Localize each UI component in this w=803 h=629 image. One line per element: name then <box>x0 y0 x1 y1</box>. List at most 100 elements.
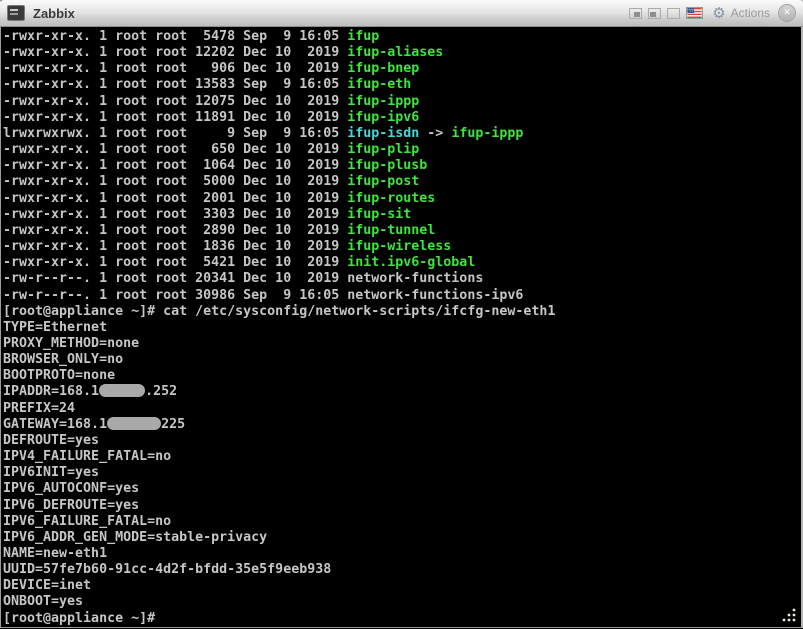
terminal-line: TYPE=Ethernet <box>3 320 801 336</box>
terminal-text: ifup <box>347 29 380 44</box>
terminal-line: -rwxr-xr-x. 1 root root 906 Dec 10 2019 … <box>3 61 801 77</box>
window-title: Zabbix <box>33 5 75 21</box>
terminal-line: [root@appliance ~]# cat /etc/sysconfig/n… <box>3 304 801 320</box>
window-pane-button-1[interactable] <box>629 7 643 19</box>
close-button[interactable]: ✕ <box>778 4 796 22</box>
terminal-line: -rwxr-xr-x. 1 root root 12202 Dec 10 201… <box>3 45 801 61</box>
redacted-text-blob <box>107 416 162 430</box>
terminal-line: PREFIX=24 <box>3 401 801 417</box>
terminal-line: -rwxr-xr-x. 1 root root 1064 Dec 10 2019… <box>3 158 801 174</box>
terminal-text: -rwxr-xr-x. 1 root root 12202 Dec 10 201… <box>3 45 348 61</box>
terminal-text: -rwxr-xr-x. 1 root root 5478 Sep 9 16:05 <box>3 29 348 44</box>
keyboard-layout-button[interactable] <box>686 7 704 19</box>
terminal-text: ifup-plip <box>347 142 420 158</box>
terminal-line: IPV6_AUTOCONF=yes <box>3 481 801 497</box>
terminal-text: ifup-sit <box>347 206 412 222</box>
terminal-line: ONBOOT=yes <box>3 594 801 610</box>
terminal-text: -rwxr-xr-x. 1 root root 12075 Dec 10 201… <box>3 93 348 109</box>
terminal-line: NAME=new-eth1 <box>3 546 801 562</box>
terminal-line: DEVICE=inet <box>3 578 801 594</box>
terminal-line: GATEWAY=168.1 225 <box>3 416 801 433</box>
titlebar-controls: ⚙ Actions ✕ <box>629 4 796 22</box>
terminal-text: IPV6_DEFROUTE=yes <box>3 497 140 513</box>
terminal-line: -rwxr-xr-x. 1 root root 1836 Dec 10 2019… <box>3 239 801 255</box>
terminal-line: -rwxr-xr-x. 1 root root 2890 Dec 10 2019… <box>3 223 801 239</box>
resize-grip-icon[interactable] <box>780 606 798 624</box>
terminal-line: IPV6INIT=yes <box>3 465 801 481</box>
terminal-text: 225 <box>161 416 186 432</box>
terminal-line: [root@appliance ~]# <box>3 611 801 627</box>
terminal-line: IPV6_ADDR_GEN_MODE=stable-privacy <box>3 530 801 546</box>
terminal-text: ifup-tunnel <box>347 222 436 238</box>
terminal-text: NAME=new-eth1 <box>3 546 108 561</box>
window-pane-fill-right-icon <box>634 11 641 17</box>
terminal-text: BROWSER_ONLY=no <box>3 352 124 368</box>
terminal-text: -rwxr-xr-x. 1 root root 5421 Dec 10 2019 <box>3 255 348 271</box>
terminal-line: -rwxr-xr-x. 1 root root 12075 Dec 10 201… <box>3 94 801 110</box>
terminal-text: -rwxr-xr-x. 1 root root 1064 Dec 10 2019 <box>3 158 348 174</box>
terminal-text: -rwxr-xr-x. 1 root root 906 Dec 10 2019 <box>3 61 348 77</box>
terminal-line: UUID=57fe7b60-91cc-4d2f-bfdd-35e5f9eeb93… <box>3 562 801 578</box>
terminal-line: -rw-r--r--. 1 root root 20341 Dec 10 201… <box>3 271 801 287</box>
terminal-line: -rwxr-xr-x. 1 root root 13583 Sep 9 16:0… <box>3 77 801 93</box>
terminal-text: TYPE=Ethernet <box>3 319 108 335</box>
terminal-line: IPV6_FAILURE_FATAL=no <box>3 514 801 530</box>
terminal-text: DEFROUTE=yes <box>3 432 100 448</box>
terminal-text: GATEWAY=168.1 <box>3 416 108 432</box>
terminal-text: IPV6_ADDR_GEN_MODE=stable-privacy <box>3 529 268 545</box>
terminal-text: -rw-r--r--. 1 root root 20341 Dec 10 201… <box>3 271 484 287</box>
terminal-text: ifup-ipv6 <box>347 109 420 125</box>
close-x-icon: ✕ <box>783 8 791 18</box>
console-window: Zabbix ⚙ Actions ✕ -rwxr-xr-x. 1 root ro… <box>0 0 803 628</box>
terminal-line: -rw-r--r--. 1 root root 30986 Sep 9 16:0… <box>3 288 801 304</box>
terminal-text: [root@appliance ~]# <box>3 610 156 626</box>
terminal-text: IPADDR=168.1 <box>3 384 100 400</box>
terminal-line: IPV6_DEFROUTE=yes <box>3 498 801 514</box>
terminal-text: ifup-eth <box>347 77 412 93</box>
terminal-line: -rwxr-xr-x. 1 root root 2001 Dec 10 2019… <box>3 191 801 207</box>
terminal-text: IPV6_FAILURE_FATAL=no <box>3 513 172 529</box>
terminal-text: PREFIX=24 <box>3 400 76 416</box>
terminal-text: IPV4_FAILURE_FATAL=no <box>3 449 172 465</box>
terminal-line: -rwxr-xr-x. 1 root root 5000 Dec 10 2019… <box>3 174 801 190</box>
terminal-line: -rwxr-xr-x. 1 root root 3303 Dec 10 2019… <box>3 207 801 223</box>
terminal-text: -rwxr-xr-x. 1 root root 650 Dec 10 2019 <box>3 142 348 158</box>
window-pane-button-2[interactable] <box>648 7 662 19</box>
terminal-text: IPV6INIT=yes <box>3 465 100 481</box>
terminal-text: ONBOOT=yes <box>3 594 84 610</box>
terminal-text: ifup-plusb <box>347 158 428 174</box>
terminal-text: -rwxr-xr-x. 1 root root 2890 Dec 10 2019 <box>3 222 348 238</box>
actions-label: Actions <box>730 6 770 20</box>
terminal-text: ifup-isdn <box>347 125 420 141</box>
us-flag-icon <box>686 7 704 19</box>
terminal-text: -rwxr-xr-x. 1 root root 11891 Dec 10 201… <box>3 109 348 125</box>
terminal-line: lrwxrwxrwx. 1 root root 9 Sep 9 16:05 if… <box>3 126 801 142</box>
terminal-text: -rwxr-xr-x. 1 root root 3303 Dec 10 2019 <box>3 206 348 222</box>
terminal-text: -rwxr-xr-x. 1 root root 2001 Dec 10 2019 <box>3 190 348 206</box>
terminal-text: [root@appliance ~]# cat /etc/sysconfig/n… <box>3 303 556 319</box>
terminal-screen[interactable]: -rwxr-xr-x. 1 root root 5478 Sep 9 16:05… <box>1 27 801 629</box>
terminal-line: -rwxr-xr-x. 1 root root 5478 Sep 9 16:05… <box>3 29 801 45</box>
terminal-text: -rwxr-xr-x. 1 root root 13583 Sep 9 16:0… <box>3 77 348 93</box>
terminal-text: -rw-r--r--. 1 root root 30986 Sep 9 16:0… <box>3 287 524 303</box>
gear-icon: ⚙ <box>712 3 726 22</box>
terminal-text: ifup-aliases <box>347 45 444 61</box>
terminal-line: -rwxr-xr-x. 1 root root 650 Dec 10 2019 … <box>3 142 801 158</box>
terminal-text: ifup-post <box>347 174 420 190</box>
terminal-line: -rwxr-xr-x. 1 root root 11891 Dec 10 201… <box>3 110 801 126</box>
terminal-line: -rwxr-xr-x. 1 root root 5421 Dec 10 2019… <box>3 255 801 271</box>
window-pane-button-3[interactable] <box>667 7 681 19</box>
terminal-text: DEVICE=inet <box>3 578 92 594</box>
titlebar[interactable]: Zabbix ⚙ Actions ✕ <box>0 0 803 27</box>
window-pane-fill-left-icon <box>650 11 657 17</box>
terminal-line: PROXY_METHOD=none <box>3 336 801 352</box>
terminal-line: DEFROUTE=yes <box>3 433 801 449</box>
actions-menu-button[interactable]: ⚙ Actions <box>709 3 772 22</box>
terminal-text: .252 <box>145 384 178 400</box>
terminal-text: ifup-ippp <box>347 93 420 109</box>
terminal-text: ifup-routes <box>347 190 436 206</box>
terminal-text: -> <box>419 125 452 141</box>
terminal-text: -rwxr-xr-x. 1 root root 5000 Dec 10 2019 <box>3 174 348 190</box>
terminal-text: ifup-wireless <box>347 239 452 255</box>
terminal-text: UUID=57fe7b60-91cc-4d2f-bfdd-35e5f9eeb93… <box>3 562 332 578</box>
